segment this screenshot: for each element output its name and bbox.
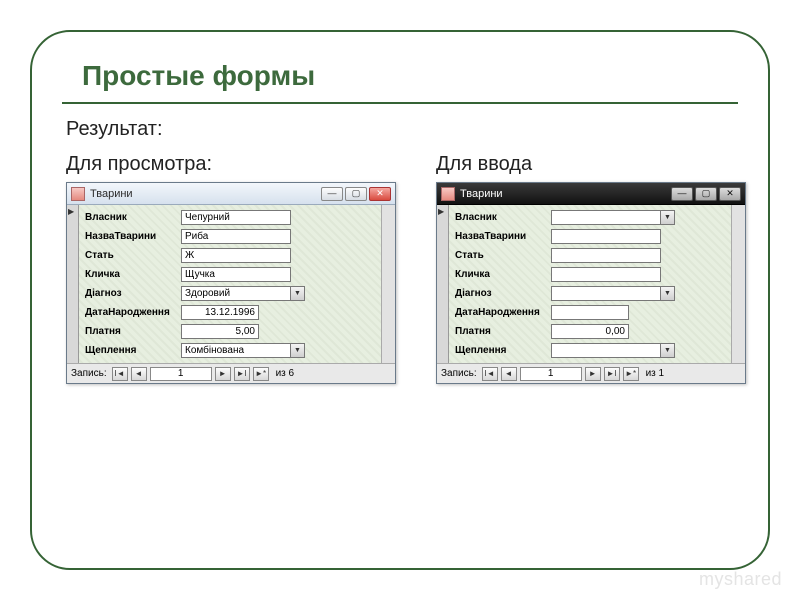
label-vacc: Щеплення [455, 345, 551, 356]
chevron-down-icon[interactable]: ▼ [661, 343, 675, 358]
combo-owner[interactable] [551, 210, 661, 225]
combo-diag[interactable] [551, 286, 661, 301]
label-animal: НазваТварини [455, 231, 551, 242]
label-pay: Платня [85, 326, 181, 337]
input-nick[interactable]: Щучка [181, 267, 291, 282]
input-animal[interactable] [551, 229, 661, 244]
nav-new-button[interactable]: ►* [623, 367, 639, 381]
chevron-down-icon[interactable]: ▼ [291, 343, 305, 358]
minimize-button[interactable]: — [671, 187, 693, 201]
nav-label: Запись: [441, 368, 477, 379]
window-title: Тварини [90, 188, 133, 200]
combo-vacc[interactable] [551, 343, 661, 358]
slide-title: Простые формы [62, 52, 738, 104]
scrollbar-vertical[interactable] [731, 205, 745, 363]
label-nick: Кличка [455, 269, 551, 280]
nav-current-record[interactable]: 1 [520, 367, 582, 381]
nav-first-button[interactable]: I◄ [482, 367, 498, 381]
nav-next-button[interactable]: ► [585, 367, 601, 381]
entry-column-label: Для ввода [436, 153, 756, 176]
label-owner: Власник [85, 212, 181, 223]
chevron-down-icon[interactable]: ▼ [661, 286, 675, 301]
label-sex: Стать [85, 250, 181, 261]
label-dob: ДатаНародження [85, 307, 181, 318]
record-navigator: Запись: I◄ ◄ 1 ► ►I ►* из 6 [67, 363, 395, 383]
input-owner[interactable]: Чепурний [181, 210, 291, 225]
titlebar-view: Тварини — ▢ ✕ [67, 183, 395, 205]
input-pay[interactable]: 0,00 [551, 324, 629, 339]
nav-first-button[interactable]: I◄ [112, 367, 128, 381]
input-dob[interactable]: 13.12.1996 [181, 305, 259, 320]
view-column-label: Для просмотра: [66, 153, 406, 176]
combo-diag[interactable]: Здоровий [181, 286, 291, 301]
maximize-button[interactable]: ▢ [345, 187, 367, 201]
input-sex[interactable] [551, 248, 661, 263]
nav-last-button[interactable]: ►I [604, 367, 620, 381]
label-pay: Платня [455, 326, 551, 337]
window-title: Тварини [460, 188, 503, 200]
label-nick: Кличка [85, 269, 181, 280]
chevron-down-icon[interactable]: ▼ [291, 286, 305, 301]
combo-vacc[interactable]: Комбінована [181, 343, 291, 358]
label-vacc: Щеплення [85, 345, 181, 356]
nav-next-button[interactable]: ► [215, 367, 231, 381]
input-nick[interactable] [551, 267, 661, 282]
nav-total: из 6 [276, 368, 295, 379]
label-sex: Стать [455, 250, 551, 261]
result-label: Результат: [62, 118, 738, 141]
label-owner: Власник [455, 212, 551, 223]
label-diag: Діагноз [455, 288, 551, 299]
maximize-button[interactable]: ▢ [695, 187, 717, 201]
scrollbar-vertical[interactable] [381, 205, 395, 363]
input-sex[interactable]: Ж [181, 248, 291, 263]
close-button[interactable]: ✕ [719, 187, 741, 201]
record-selector[interactable] [67, 205, 79, 363]
titlebar-entry: Тварини — ▢ ✕ [437, 183, 745, 205]
nav-total: из 1 [646, 368, 665, 379]
close-button[interactable]: ✕ [369, 187, 391, 201]
watermark: myshared [699, 569, 782, 590]
columns: Для просмотра: Тварини — ▢ ✕ [62, 153, 738, 384]
window-view: Тварини — ▢ ✕ Власник Чепурний [66, 182, 396, 384]
nav-prev-button[interactable]: ◄ [501, 367, 517, 381]
label-dob: ДатаНародження [455, 307, 551, 318]
record-navigator: Запись: I◄ ◄ 1 ► ►I ►* из 1 [437, 363, 745, 383]
input-dob[interactable] [551, 305, 629, 320]
label-animal: НазваТварини [85, 231, 181, 242]
app-icon [441, 187, 455, 201]
nav-prev-button[interactable]: ◄ [131, 367, 147, 381]
chevron-down-icon[interactable]: ▼ [661, 210, 675, 225]
nav-current-record[interactable]: 1 [150, 367, 212, 381]
record-selector[interactable] [437, 205, 449, 363]
app-icon [71, 187, 85, 201]
nav-last-button[interactable]: ►I [234, 367, 250, 381]
nav-label: Запись: [71, 368, 107, 379]
label-diag: Діагноз [85, 288, 181, 299]
window-entry: Тварини — ▢ ✕ Власник [436, 182, 746, 384]
input-pay[interactable]: 5,00 [181, 324, 259, 339]
slide-frame: Простые формы Результат: Для просмотра: … [30, 30, 770, 570]
minimize-button[interactable]: — [321, 187, 343, 201]
input-animal[interactable]: Риба [181, 229, 291, 244]
nav-new-button[interactable]: ►* [253, 367, 269, 381]
